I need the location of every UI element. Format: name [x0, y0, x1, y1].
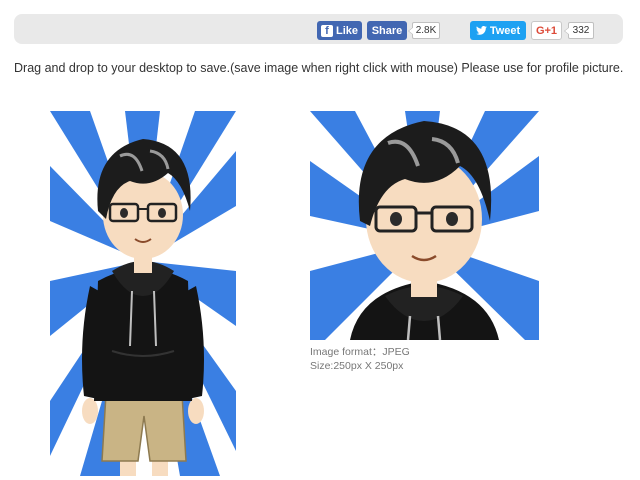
portrait-avatar-illustration — [310, 111, 539, 340]
facebook-icon: f — [321, 24, 333, 37]
facebook-share-button[interactable]: Share — [367, 21, 407, 40]
full-body-avatar-illustration — [50, 111, 236, 476]
image-size-text: Size:250px X 250px — [310, 360, 404, 372]
tweet-button[interactable]: Tweet — [470, 21, 526, 40]
share-count: 2.8K — [415, 25, 437, 36]
save-instructions: Drag and drop to your desktop to save.(s… — [14, 61, 624, 75]
portrait-avatar-image[interactable] — [310, 111, 539, 340]
facebook-like-label: Like — [336, 24, 359, 37]
tweet-label: Tweet — [489, 24, 521, 37]
image-format-text: Image format：JPEG — [310, 346, 410, 358]
google-plus-count: 332 — [572, 25, 590, 36]
facebook-share-label: Share — [371, 24, 403, 37]
share-count-badge: 2.8K — [408, 22, 440, 39]
google-plus-label: G+1 — [535, 24, 558, 37]
facebook-like-button[interactable]: f Like — [317, 21, 362, 40]
google-plus-count-badge: 332 — [564, 22, 594, 39]
image-info-caption: Image format：JPEG Size:250px X 250px — [310, 345, 410, 373]
full-body-avatar-image[interactable] — [50, 111, 236, 476]
twitter-bird-icon — [475, 26, 487, 35]
google-plus-button[interactable]: G+1 — [531, 21, 562, 40]
